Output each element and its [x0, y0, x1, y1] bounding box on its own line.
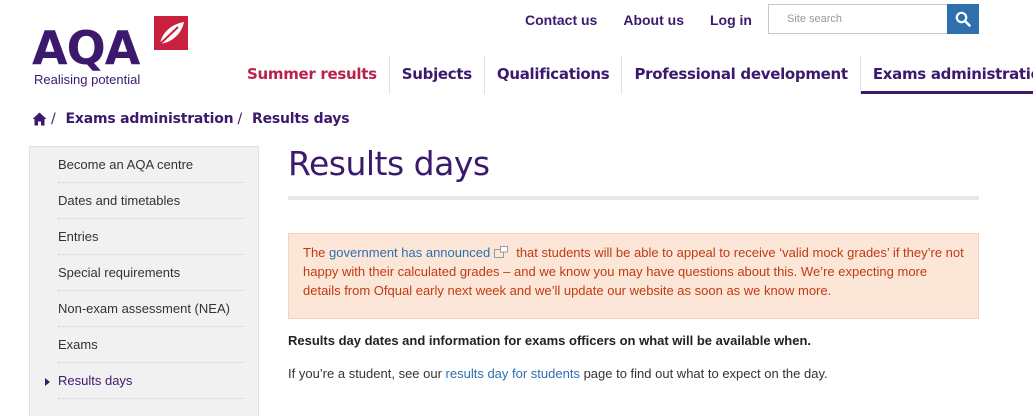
breadcrumb-exams-administration[interactable]: Exams administration — [66, 111, 234, 127]
sidebar-item-entries[interactable]: Entries — [58, 219, 244, 255]
government-announcement-link[interactable]: government has announced — [329, 245, 490, 260]
main-nav: Summer results Subjects Qualifications P… — [235, 56, 1033, 94]
alert-prefix: The — [303, 245, 330, 260]
sidebar-item-results-days[interactable]: Results days — [45, 363, 244, 399]
site-search-input[interactable] — [768, 4, 948, 34]
nav-exams-administration[interactable]: Exams administration — [860, 56, 1033, 94]
sidebar-item-exams[interactable]: Exams — [58, 327, 244, 363]
sidebar-item-dates-timetables[interactable]: Dates and timetables — [58, 183, 244, 219]
nav-professional-development[interactable]: Professional development — [622, 56, 861, 94]
caret-right-icon — [45, 378, 50, 386]
student-note-suffix: page to find out what to expect on the d… — [579, 366, 828, 381]
nav-qualifications[interactable]: Qualifications — [485, 56, 623, 94]
logo-leaf-icon — [154, 16, 188, 50]
aqa-logo[interactable]: AQA Realising potential — [32, 16, 192, 88]
about-us-link[interactable]: About us — [623, 11, 684, 29]
sidebar-item-special-requirements[interactable]: Special requirements — [58, 255, 244, 291]
student-note-prefix: If you’re a student, see our — [288, 366, 446, 381]
sidebar-item-label: Results days — [58, 373, 133, 388]
nav-summer-results[interactable]: Summer results — [235, 56, 390, 94]
breadcrumb-results-days[interactable]: Results days — [252, 111, 350, 127]
contact-us-link[interactable]: Contact us — [525, 11, 597, 29]
logo-wordmark: AQA — [32, 21, 140, 75]
sidebar-item-nea[interactable]: Non-exam assessment (NEA) — [58, 291, 244, 327]
breadcrumb-separator: / — [237, 111, 242, 127]
notice-banner: The government has announced that studen… — [288, 233, 979, 319]
external-link-icon — [494, 246, 509, 258]
title-divider — [288, 196, 979, 200]
logo-tagline: Realising potential — [34, 72, 141, 87]
search-icon — [955, 11, 971, 27]
log-in-link[interactable]: Log in — [710, 11, 752, 29]
breadcrumb: / Exams administration / Results days — [32, 111, 350, 127]
page-title: Results days — [288, 144, 490, 183]
breadcrumb-separator: / — [51, 111, 56, 127]
student-note: If you’re a student, see our results day… — [288, 366, 828, 381]
nav-subjects[interactable]: Subjects — [390, 56, 485, 94]
sidebar-nav: Become an AQA centre Dates and timetable… — [29, 146, 259, 416]
home-icon[interactable] — [32, 112, 47, 126]
search-button[interactable] — [947, 4, 979, 34]
sidebar-item-become-centre[interactable]: Become an AQA centre — [58, 147, 244, 183]
utility-nav: Contact us About us Log in — [525, 11, 778, 29]
intro-lead: Results day dates and information for ex… — [288, 333, 812, 348]
results-day-students-link[interactable]: results day for students — [446, 366, 580, 381]
